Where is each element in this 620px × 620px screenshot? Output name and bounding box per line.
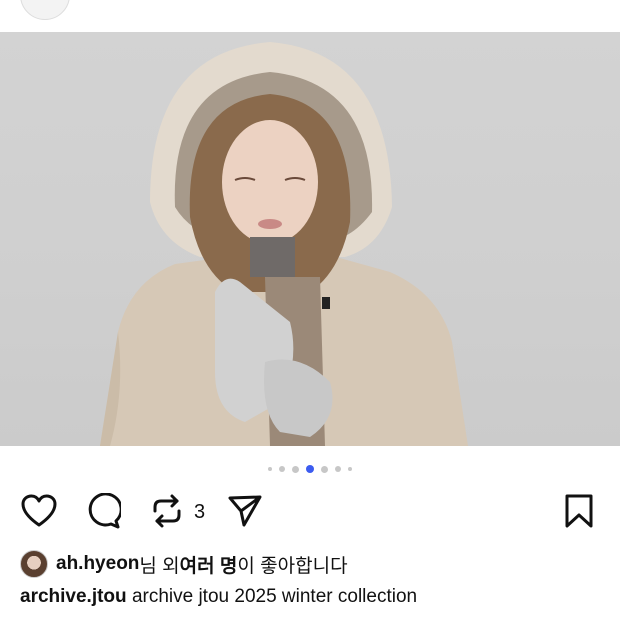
post-actions-bar: 3 [0, 492, 620, 532]
liker-avatar[interactable] [20, 550, 48, 578]
likes-text-end: 이 좋아합니다 [237, 555, 348, 577]
post-image[interactable] [0, 32, 620, 446]
photo-model-hood-gloves-illustration [100, 42, 468, 446]
carousel-dot[interactable] [279, 466, 285, 472]
likes-others[interactable]: 여러 명 [180, 551, 238, 578]
caption-username[interactable]: archive.jtou [20, 586, 127, 607]
carousel-dot[interactable] [348, 467, 352, 471]
likes-summary[interactable]: ah.hyeon 님 외 여러 명이 좋아합니다 [20, 550, 348, 578]
caption-text: archive jtou 2025 winter collection [131, 586, 418, 607]
liker-username[interactable]: ah.hyeon [56, 553, 139, 575]
carousel-dot[interactable] [321, 465, 328, 473]
repost-icon[interactable] [148, 492, 186, 530]
carousel-dot[interactable] [292, 465, 299, 473]
likes-text: 님 외 [139, 555, 180, 577]
heart-icon[interactable] [20, 492, 58, 530]
profile-avatar[interactable] [20, 0, 70, 20]
bookmark-icon[interactable] [560, 492, 598, 530]
post-caption: archive.jtou archive jtou 2025 winter co… [20, 586, 417, 608]
send-icon[interactable] [226, 492, 264, 530]
carousel-dot[interactable] [335, 466, 341, 472]
carousel-indicator [0, 463, 620, 475]
comment-icon[interactable] [84, 492, 122, 530]
repost-count: 3 [194, 501, 206, 523]
carousel-dot-active[interactable] [306, 465, 314, 473]
carousel-dot[interactable] [268, 467, 272, 471]
